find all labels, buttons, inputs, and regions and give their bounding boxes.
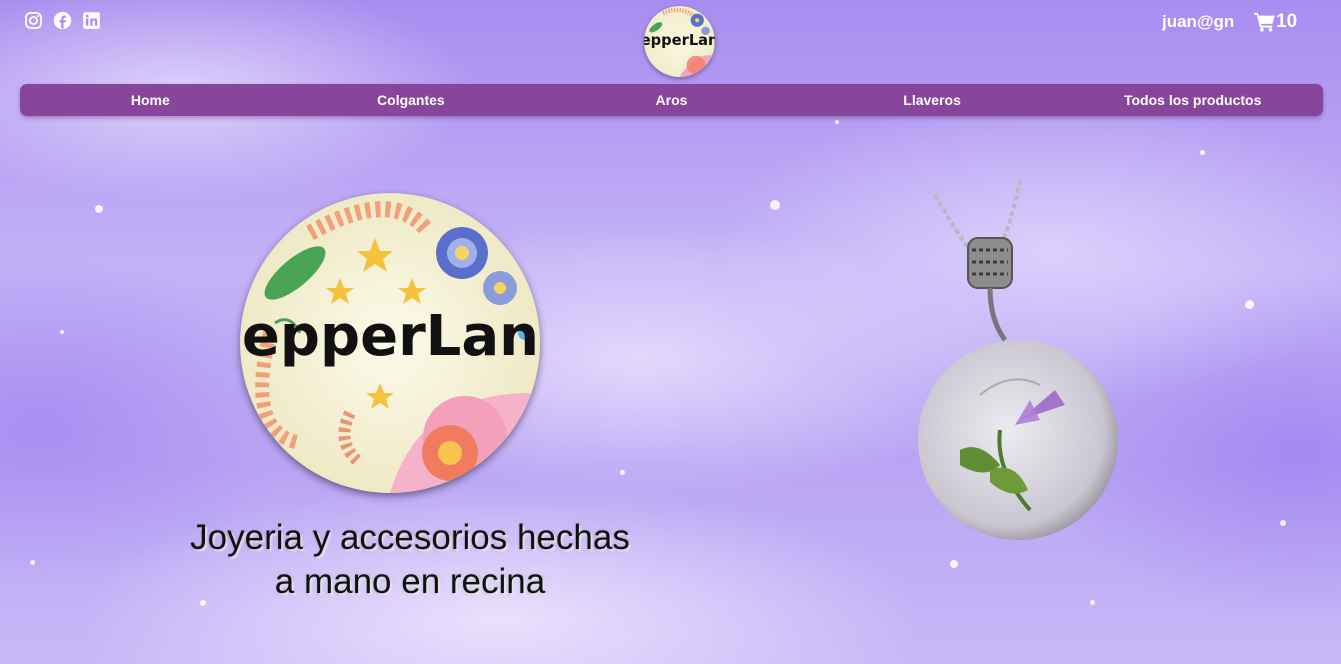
nav-home[interactable]: Home bbox=[20, 84, 281, 116]
tagline-line-2: a mano en recina bbox=[274, 562, 546, 601]
hero-tagline: Joyeria y accesorios hechas a mano en re… bbox=[130, 516, 690, 604]
logo-wordmark: PepperLand bbox=[644, 32, 715, 49]
tagline-line-1: Joyeria y accesorios hechas bbox=[190, 518, 630, 557]
social-links bbox=[24, 11, 101, 30]
linkedin-icon[interactable] bbox=[82, 11, 101, 30]
facebook-icon[interactable] bbox=[53, 11, 72, 30]
featured-pendant-image bbox=[900, 170, 1140, 550]
cart-icon bbox=[1254, 12, 1275, 32]
main-nav: Home Colgantes Aros Llaveros Todos los p… bbox=[20, 84, 1323, 116]
nav-todos-los-productos[interactable]: Todos los productos bbox=[1062, 84, 1323, 116]
nav-llaveros[interactable]: Llaveros bbox=[802, 84, 1063, 116]
nav-colgantes[interactable]: Colgantes bbox=[281, 84, 542, 116]
brand-logo[interactable]: PepperLand bbox=[644, 6, 715, 77]
cart-count: 10 bbox=[1276, 11, 1298, 32]
instagram-icon[interactable] bbox=[24, 11, 43, 30]
nav-aros[interactable]: Aros bbox=[541, 84, 802, 116]
user-account[interactable]: juan@gn bbox=[1162, 12, 1234, 32]
hero-logo: PepperLand bbox=[240, 193, 540, 493]
hero-logo-wordmark: PepperLand bbox=[240, 304, 540, 369]
cart-button[interactable]: 10 bbox=[1254, 11, 1297, 33]
